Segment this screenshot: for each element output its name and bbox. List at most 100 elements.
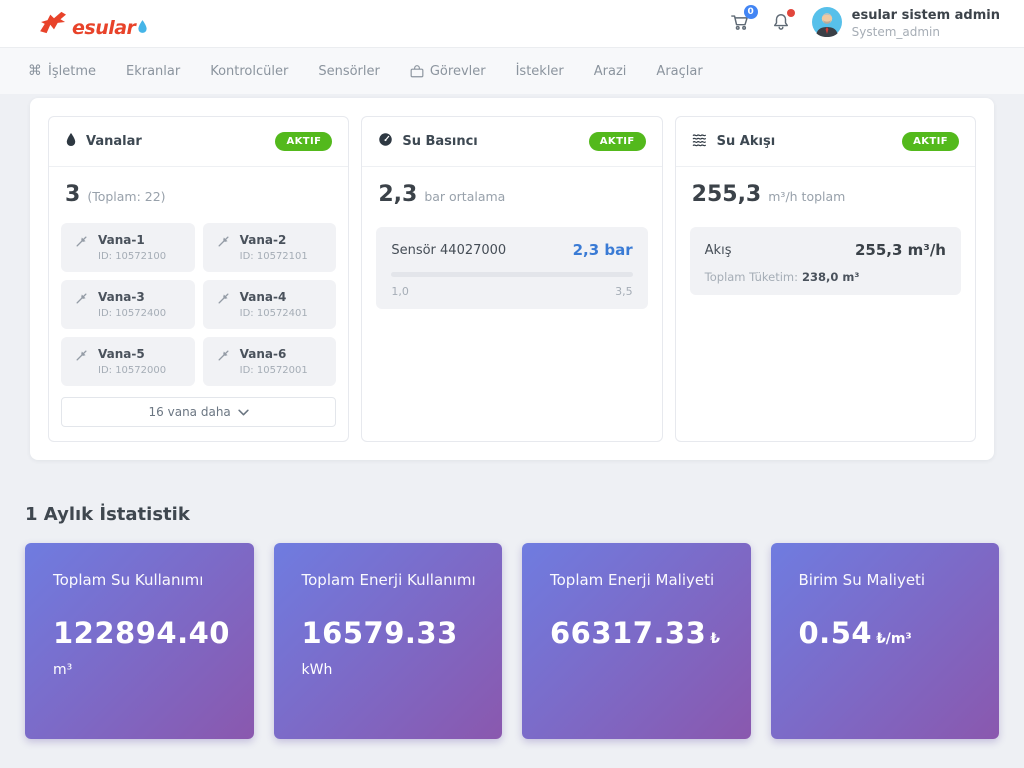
sensor-reading-row: Sensör 44027000 2,3 bar <box>391 241 632 259</box>
status-badge: AKTIF <box>589 132 646 151</box>
range-max: 3,5 <box>615 285 633 298</box>
stat-card-water-usage: Toplam Su Kullanımı 122894.40 m³ <box>25 543 254 739</box>
avatar <box>812 7 842 41</box>
total-consumption-label: Toplam Tüketim: <box>705 270 798 284</box>
stat-value-row: 66317.33 ₺ <box>550 616 741 650</box>
goat-logo-icon <box>38 10 70 38</box>
user-name: esular sistem admin <box>852 8 1000 23</box>
valve-tile[interactable]: Vana-4 ID: 10572401 <box>203 280 337 329</box>
user-menu[interactable]: esular sistem admin System_admin <box>812 7 1000 41</box>
valve-tile[interactable]: Vana-5 ID: 10572000 <box>61 337 195 386</box>
header-actions: 0 es <box>730 7 1000 41</box>
valve-name: Vana-6 <box>240 347 308 361</box>
valve-tile[interactable]: Vana-3 ID: 10572400 <box>61 280 195 329</box>
range-min: 1,0 <box>391 285 409 298</box>
nav-item-isletme[interactable]: ⌘ İşletme <box>28 64 96 79</box>
stats-row: Toplam Su Kullanımı 122894.40 m³ Toplam … <box>25 543 999 739</box>
flow-card: Su Akışı AKTIF 255,3 m³/h toplam Akış 25… <box>675 116 976 442</box>
nav-item-kontrolculer[interactable]: Kontrolcüler <box>210 64 288 79</box>
pressure-average: 2,3 bar ortalama <box>362 167 661 219</box>
valve-id: ID: 10572000 <box>98 365 166 376</box>
nav-item-arazi[interactable]: Arazi <box>594 64 627 79</box>
sensor-name: Sensör 44027000 <box>391 243 506 258</box>
nav-label: Araçlar <box>656 64 702 79</box>
valves-card-header: Vanalar AKTIF <box>49 117 348 167</box>
show-more-valves-button[interactable]: 16 vana daha <box>61 397 336 427</box>
stat-label: Toplam Enerji Kullanımı <box>302 571 493 589</box>
user-role: System_admin <box>852 25 1000 39</box>
cart-button[interactable]: 0 <box>730 12 750 35</box>
nav-item-gorevler[interactable]: Görevler <box>410 64 486 79</box>
brand-name: esular <box>72 19 135 38</box>
stat-unit: ₺/m³ <box>876 631 912 647</box>
brand-logo[interactable]: esular <box>38 10 148 38</box>
active-valve-count: 3 <box>65 182 80 207</box>
stat-value: 66317.33 <box>550 616 706 650</box>
briefcase-icon <box>410 65 424 78</box>
nav-item-ekranlar[interactable]: Ekranlar <box>126 64 180 79</box>
cart-count-badge: 0 <box>744 5 758 19</box>
valve-name: Vana-5 <box>98 347 166 361</box>
pressure-value: 2,3 <box>378 182 417 207</box>
pressure-sensor-panel[interactable]: Sensör 44027000 2,3 bar 1,0 3,5 <box>376 227 647 309</box>
status-badge: AKTIF <box>275 132 332 151</box>
valve-tile-text: Vana-5 ID: 10572000 <box>98 347 166 376</box>
valve-total-note: (Toplam: 22) <box>87 189 165 204</box>
valve-id: ID: 10572401 <box>240 308 308 319</box>
flow-unit-note: m³/h toplam <box>768 189 845 204</box>
user-info: esular sistem admin System_admin <box>852 8 1000 39</box>
nav-label: Kontrolcüler <box>210 64 288 79</box>
valve-tile[interactable]: Vana-6 ID: 10572001 <box>203 337 337 386</box>
nav-label: İşletme <box>48 64 96 79</box>
valves-card: Vanalar AKTIF 3 (Toplam: 22) Vana-1 ID: … <box>48 116 349 442</box>
stats-heading: 1 Aylık İstatistik <box>25 504 999 525</box>
show-more-label: 16 vana daha <box>149 405 231 419</box>
chevron-down-icon <box>238 405 249 419</box>
valve-tile[interactable]: Vana-1 ID: 10572100 <box>61 223 195 272</box>
valve-tile-text: Vana-6 ID: 10572001 <box>240 347 308 376</box>
valve-off-icon <box>216 233 231 253</box>
valve-name: Vana-2 <box>240 233 308 247</box>
stat-label: Toplam Enerji Maliyeti <box>550 571 741 589</box>
nav-label: Sensörler <box>318 64 380 79</box>
flow-panel[interactable]: Akış 255,3 m³/h Toplam Tüketim:238,0 m³ <box>690 227 961 295</box>
valve-tile-text: Vana-2 ID: 10572101 <box>240 233 308 262</box>
monthly-stats-section: 1 Aylık İstatistik Toplam Su Kullanımı 1… <box>25 504 999 739</box>
water-drop-logo-icon <box>137 19 148 38</box>
stat-value: 16579.33 <box>302 616 458 650</box>
nav-item-istekler[interactable]: İstekler <box>516 64 564 79</box>
flow-reading: 255,3 m³/h <box>855 241 946 259</box>
stat-value-row: 0.54 ₺/m³ <box>799 616 990 650</box>
flow-value: 255,3 <box>692 182 762 207</box>
flow-reading-row: Akış 255,3 m³/h <box>705 241 946 259</box>
stat-label: Birim Su Maliyeti <box>799 571 990 589</box>
stat-value-row: 16579.33 <box>302 616 493 650</box>
valve-off-icon <box>74 347 89 367</box>
pressure-range-labels: 1,0 3,5 <box>391 285 632 298</box>
nav-item-araclar[interactable]: Araçlar <box>656 64 702 79</box>
pressure-unit-note: bar ortalama <box>424 189 505 204</box>
stat-card-unit-water-cost: Birim Su Maliyeti 0.54 ₺/m³ <box>771 543 1000 739</box>
valve-off-icon <box>216 290 231 310</box>
stat-unit: m³ <box>53 662 244 678</box>
gauge-icon <box>378 132 393 151</box>
dashboard-page: { "brand": { "name": "esular" }, "header… <box>0 0 1024 768</box>
stat-card-energy-cost: Toplam Enerji Maliyeti 66317.33 ₺ <box>522 543 751 739</box>
nav-item-sensorler[interactable]: Sensörler <box>318 64 380 79</box>
pressure-card: Su Basıncı AKTIF 2,3 bar ortalama Sensör… <box>361 116 662 442</box>
flow-card-header: Su Akışı AKTIF <box>676 117 975 167</box>
valve-id: ID: 10572001 <box>240 365 308 376</box>
notifications-button[interactable] <box>772 12 790 35</box>
card-title: Su Basıncı <box>402 134 477 149</box>
valve-tile[interactable]: Vana-2 ID: 10572101 <box>203 223 337 272</box>
top-header: esular 0 <box>0 0 1024 48</box>
card-title: Su Akışı <box>717 134 776 149</box>
valve-tile-text: Vana-4 ID: 10572401 <box>240 290 308 319</box>
valve-off-icon <box>74 233 89 253</box>
status-badge: AKTIF <box>902 132 959 151</box>
stat-unit: kWh <box>302 662 493 678</box>
nav-label: Görevler <box>430 64 486 79</box>
valve-tile-text: Vana-1 ID: 10572100 <box>98 233 166 262</box>
valve-id: ID: 10572101 <box>240 251 308 262</box>
valve-tile-text: Vana-3 ID: 10572400 <box>98 290 166 319</box>
